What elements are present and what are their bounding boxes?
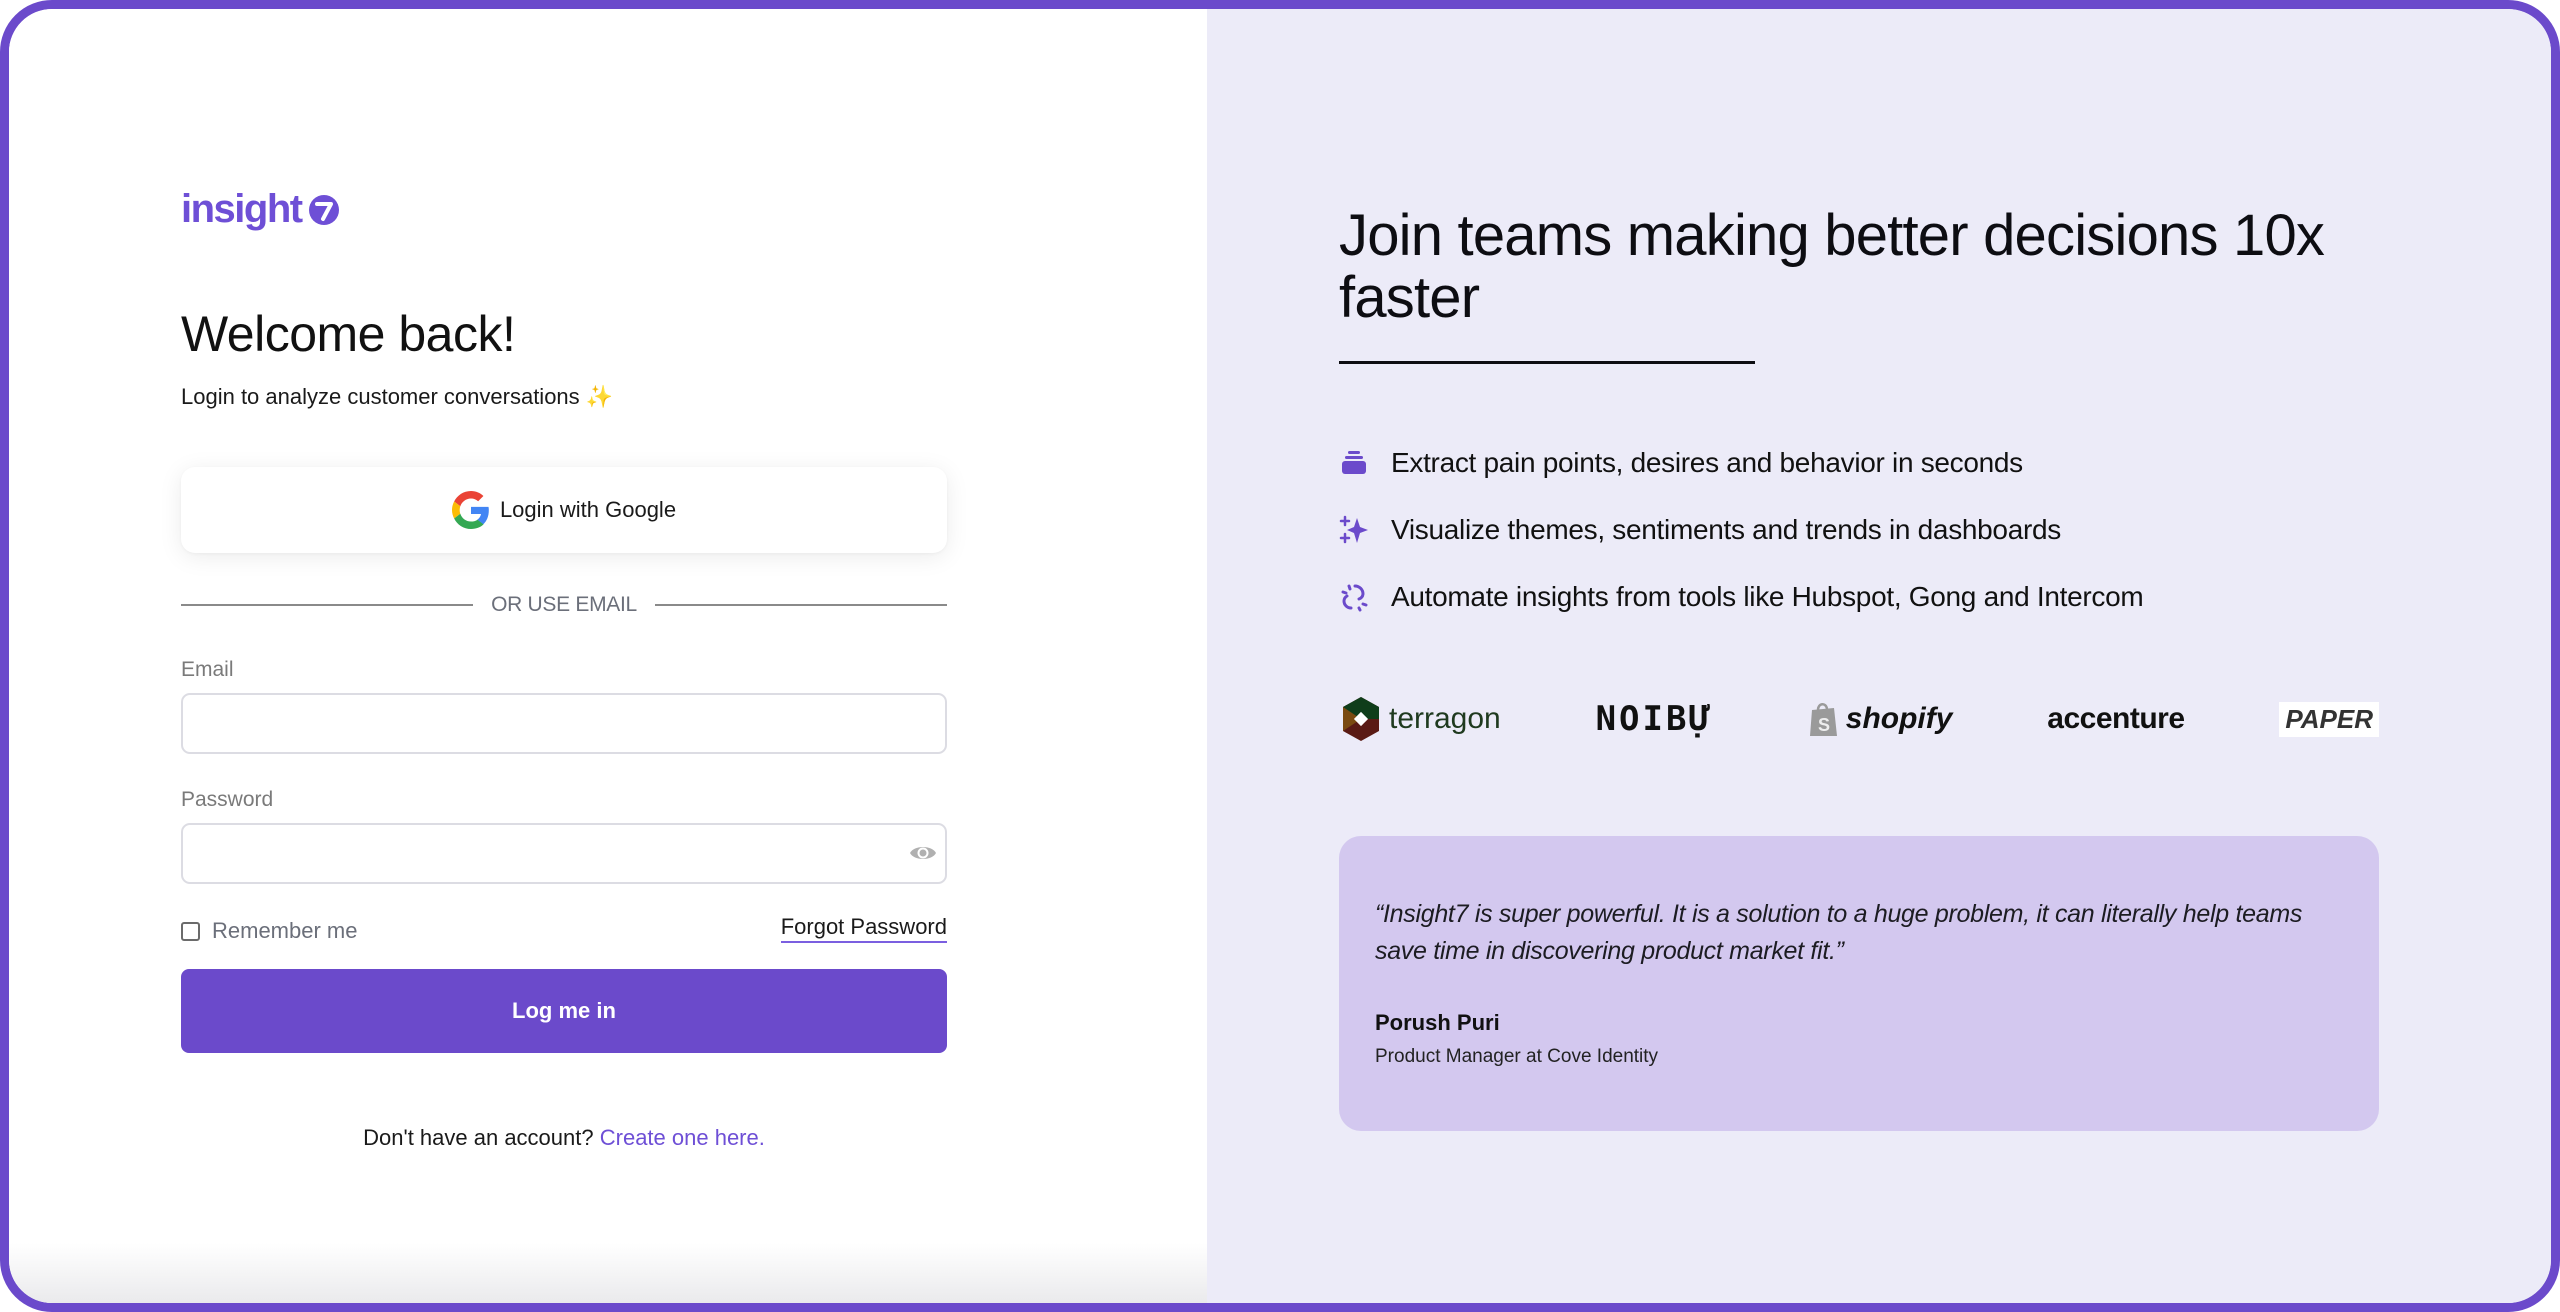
remember-me-checkbox[interactable]: [181, 921, 200, 941]
shopify-logo: S shopify: [1808, 700, 1953, 738]
svg-text:S: S: [1818, 715, 1830, 735]
terragon-wordmark: terragon: [1389, 702, 1501, 735]
paper-logo: PAPER: [2279, 701, 2379, 737]
login-with-google-button[interactable]: Login with Google: [181, 467, 947, 553]
log-me-in-button[interactable]: Log me in: [181, 969, 947, 1053]
divider-line-right: [654, 604, 947, 606]
page-frame: insight Welcome back! Login to analyze c…: [0, 0, 2560, 1312]
testimonial-role: Product Manager at Cove Identity: [1375, 1046, 1659, 1067]
noibu-wordmark: NOIBỰ: [1595, 699, 1713, 739]
remember-me-label: Remember me: [212, 918, 358, 943]
accenture-wordmark: accenture: [2047, 702, 2185, 735]
login-panel: insight Welcome back! Login to analyze c…: [9, 9, 1207, 1303]
password-label: Password: [181, 788, 274, 811]
page-subtitle: Login to analyze customer conversations …: [181, 384, 613, 410]
feature-list: Extract pain points, desires and behavio…: [1339, 429, 2144, 630]
testimonial-quote: “Insight7 is super powerful. It is a sol…: [1375, 900, 2303, 965]
shopify-bag-icon: S: [1809, 703, 1837, 736]
google-icon: [451, 491, 489, 529]
feature-text: Visualize themes, sentiments and trends …: [1391, 513, 2061, 545]
page-title: Welcome back!: [181, 306, 516, 362]
sparkles-emoji-icon: ✨: [585, 384, 614, 409]
link-broken-icon: [1339, 582, 1369, 612]
feature-text: Extract pain points, desires and behavio…: [1391, 446, 2023, 478]
feature-item: Visualize themes, sentiments and trends …: [1339, 496, 2143, 563]
google-button-label: Login with Google: [499, 497, 677, 522]
divider-text: OR USE EMAIL: [491, 593, 637, 616]
logo-seven-icon: [308, 194, 339, 225]
insight7-logo: insight: [181, 187, 340, 232]
feature-item: Automate insights from tools like Hubspo…: [1339, 563, 2144, 630]
logo-wordmark: insight: [181, 187, 303, 231]
create-account-link[interactable]: Create one here.: [600, 1125, 765, 1150]
testimonial-card: “Insight7 is super powerful. It is a sol…: [1339, 836, 2379, 1131]
forgot-password-link[interactable]: Forgot Password: [780, 914, 947, 943]
testimonial-author: Porush Puri: [1375, 1010, 1500, 1035]
marketing-panel: Join teams making better decisions 10x f…: [1207, 9, 2551, 1303]
sparkles-icon: [1339, 515, 1369, 545]
signup-prompt: Don't have an account? Create one here.: [181, 1125, 947, 1151]
subtitle-text: Login to analyze customer conversations: [181, 384, 580, 409]
stack-icon: [1339, 448, 1369, 478]
terragon-logo: terragon: [1339, 695, 1501, 743]
or-use-email-divider: OR USE EMAIL: [181, 593, 947, 617]
shopify-wordmark: shopify: [1845, 702, 1953, 735]
paper-wordmark: PAPER: [2285, 703, 2373, 734]
headline-underline: [1339, 361, 1755, 364]
feature-text: Automate insights from tools like Hubspo…: [1391, 580, 2144, 612]
email-input[interactable]: [181, 693, 947, 754]
feature-item: Extract pain points, desires and behavio…: [1339, 429, 2143, 496]
accenture-logo: accenture: [2047, 702, 2185, 736]
show-password-eye-icon[interactable]: [909, 841, 937, 865]
password-input[interactable]: [181, 823, 947, 884]
remember-me[interactable]: Remember me: [181, 918, 357, 944]
signup-prompt-text: Don't have an account?: [363, 1125, 594, 1150]
marketing-headline: Join teams making better decisions 10x f…: [1339, 203, 2325, 330]
divider-line-left: [181, 604, 474, 606]
terragon-mark-icon: [1343, 697, 1379, 741]
customer-logos: terragon NOIBỰ S shopify accenture PAPER: [1339, 689, 2379, 749]
email-label: Email: [181, 658, 234, 681]
noibu-logo: NOIBỰ: [1596, 699, 1713, 739]
